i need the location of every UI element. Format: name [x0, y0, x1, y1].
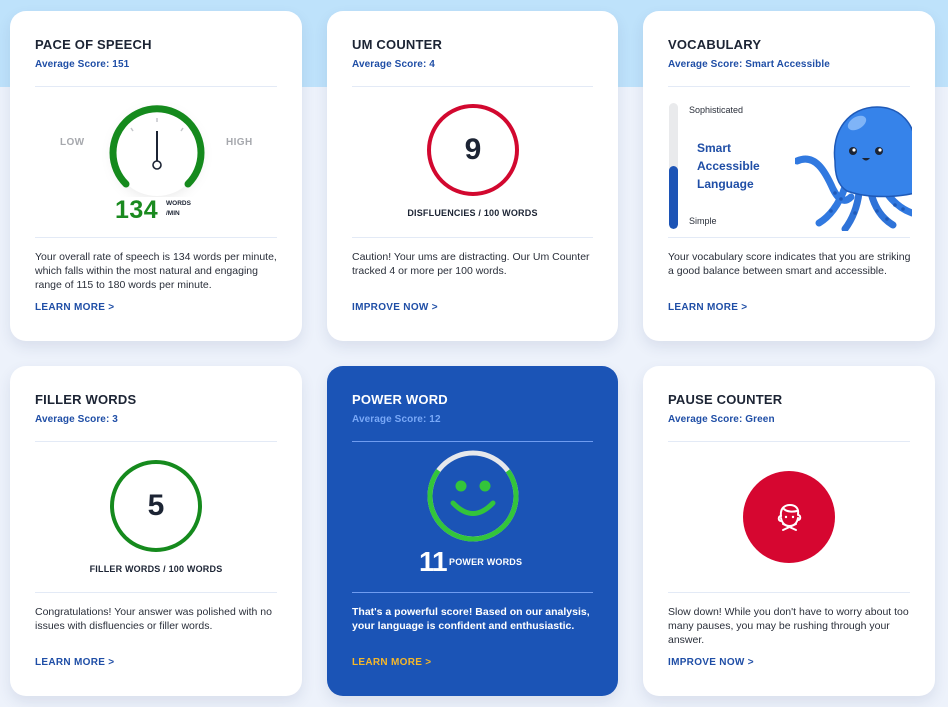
octopus-mascot-icon [795, 106, 912, 231]
scale-bottom-label: Simple [689, 216, 717, 226]
divider [35, 592, 277, 593]
pause-status-circle [743, 471, 835, 563]
divider [668, 86, 910, 87]
card-vocabulary: VOCABULARY Average Score: Smart Accessib… [643, 11, 935, 341]
card-title: PAUSE COUNTER [668, 392, 783, 407]
ring-caption: DISFLUENCIES / 100 WORDS [407, 208, 538, 218]
card-filler-words: FILLER WORDS Average Score: 3 5 FILLER W… [10, 366, 302, 696]
learn-more-link[interactable]: LEARN MORE > [668, 302, 747, 313]
average-score: Average Score: Smart Accessible [668, 59, 830, 70]
silent-face-icon [777, 504, 802, 531]
card-um-counter: UM COUNTER Average Score: 4 9 DISFLUENCI… [327, 11, 618, 341]
divider [35, 441, 277, 442]
average-score: Average Score: 3 [35, 414, 118, 425]
pace-unit: WORDS /MIN [166, 199, 191, 219]
card-pace-of-speech: PACE OF SPEECH Average Score: 151 LOW HI… [10, 11, 302, 341]
card-description: That's a powerful score! Based on our an… [352, 606, 590, 632]
pace-unit-line2: /MIN [166, 210, 180, 217]
learn-more-link[interactable]: LEARN MORE > [35, 302, 114, 313]
speed-gauge [109, 105, 205, 196]
smiley-eye [455, 480, 467, 492]
um-count-ring: 9 [427, 104, 519, 196]
card-title: FILLER WORDS [35, 392, 137, 407]
divider [352, 237, 593, 238]
pace-unit-line1: WORDS [166, 200, 191, 207]
vocabulary-level-fill [669, 166, 678, 229]
average-score: Average Score: 151 [35, 59, 130, 70]
average-score: Average Score: 12 [352, 414, 441, 425]
smiley-mouth [450, 500, 496, 516]
ring-caption: FILLER WORDS / 100 WORDS [89, 564, 223, 574]
divider [668, 441, 910, 442]
pace-value: 134 [115, 196, 159, 224]
vocabulary-level-text: Smart Accessible Language [697, 139, 760, 193]
level-line: Accessible [697, 159, 760, 173]
gauge-high-label: HIGH [226, 137, 253, 148]
divider [352, 441, 593, 442]
gauge-low-label: LOW [60, 137, 85, 148]
card-description: Your overall rate of speech is 134 words… [35, 251, 277, 291]
improve-now-link[interactable]: IMPROVE NOW > [668, 657, 754, 668]
card-description: Your vocabulary score indicates that you… [668, 251, 911, 277]
learn-more-link[interactable]: LEARN MORE > [352, 657, 431, 668]
card-title: UM COUNTER [352, 37, 443, 52]
smiley-face-icon [427, 450, 519, 542]
card-pause-counter: PAUSE COUNTER Average Score: Green Slow … [643, 366, 935, 696]
divider [35, 86, 277, 87]
card-power-word: POWER WORD Average Score: 12 11 POWER WO… [327, 366, 618, 696]
scale-top-label: Sophisticated [689, 105, 744, 115]
divider [352, 86, 593, 87]
card-title: PACE OF SPEECH [35, 37, 152, 52]
power-word-count: 11 [419, 546, 448, 577]
card-title: VOCABULARY [668, 37, 762, 52]
divider [668, 592, 910, 593]
card-description: Congratulations! Your answer was polishe… [35, 606, 272, 632]
learn-more-link[interactable]: LEARN MORE > [35, 657, 114, 668]
divider [35, 237, 277, 238]
vocabulary-level-bar [669, 103, 678, 229]
divider [352, 592, 593, 593]
level-line: Language [697, 177, 754, 191]
power-ring-progress [427, 450, 519, 542]
card-description: Caution! Your ums are distracting. Our U… [352, 251, 590, 277]
card-description: Slow down! While you don't have to worry… [668, 606, 909, 646]
average-score: Average Score: 4 [352, 59, 435, 70]
card-title: POWER WORD [352, 392, 448, 407]
divider [668, 237, 910, 238]
average-score: Average Score: Green [668, 414, 775, 425]
smiley-eye [479, 480, 491, 492]
power-word-label: POWER WORDS [449, 557, 523, 567]
level-line: Smart [697, 141, 732, 155]
filler-count-ring: 5 [110, 460, 202, 552]
improve-now-link[interactable]: IMPROVE NOW > [352, 302, 438, 313]
